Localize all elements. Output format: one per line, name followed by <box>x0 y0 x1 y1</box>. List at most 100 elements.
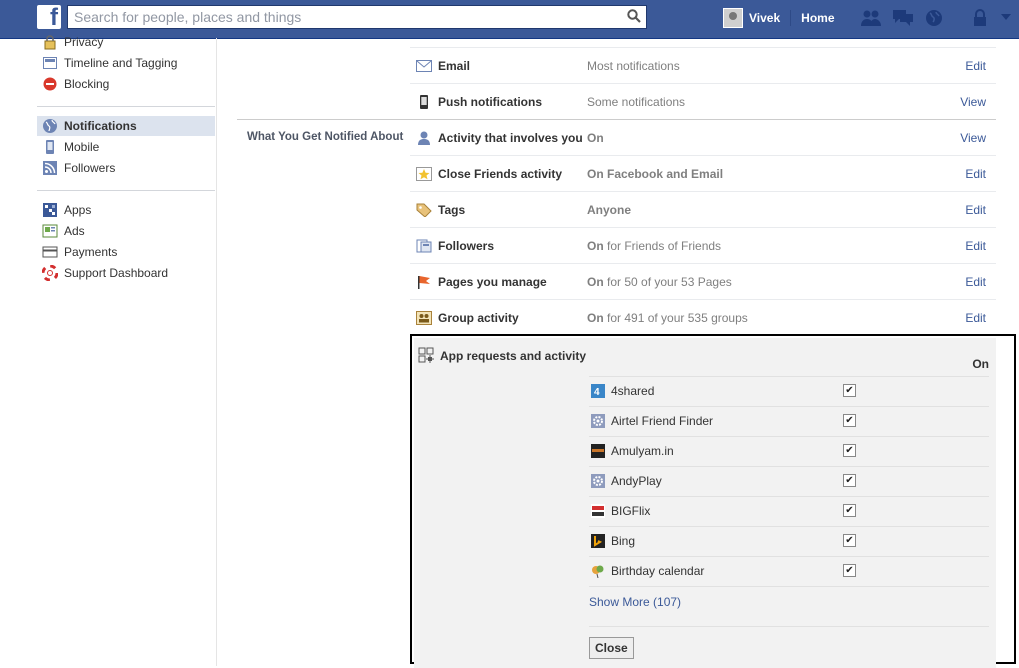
edit-link[interactable]: Edit <box>965 59 986 73</box>
setting-label: Activity that involves you <box>438 131 583 145</box>
app-checkbox[interactable]: ✔ <box>843 444 856 457</box>
setting-value: Some notifications <box>587 95 686 109</box>
sidebar-item-support-dashboard[interactable]: Support Dashboard <box>37 263 215 283</box>
setting-label: App requests and activity <box>440 349 587 363</box>
phone-icon <box>420 95 428 109</box>
setting-value: On for 491 of your 535 groups <box>587 311 748 325</box>
blocking-icon <box>43 77 57 91</box>
setting-label: Tags <box>438 203 466 217</box>
app-row-bing: Bing ✔ <box>589 526 989 556</box>
tag-icon <box>416 203 432 217</box>
setting-row-close-friends-activity: Close Friends activity On Facebook and E… <box>410 156 996 192</box>
sidebar-item-ads[interactable]: Ads <box>37 221 215 241</box>
birthday-calendar-app-icon <box>592 565 604 578</box>
credit-card-icon <box>42 246 58 258</box>
app-checkbox[interactable]: ✔ <box>843 534 856 547</box>
envelope-icon <box>416 60 432 72</box>
app-name: BIGFlix <box>611 504 651 518</box>
setting-value: Most notifications <box>587 59 680 73</box>
app-checkbox[interactable]: ✔ <box>843 414 856 427</box>
lock-icon <box>44 35 56 50</box>
app-name: Amulyam.in <box>611 444 674 458</box>
edit-link[interactable]: Edit <box>965 311 986 325</box>
mobile-icon <box>46 140 54 154</box>
sidebar-item-notifications[interactable]: Notifications <box>37 116 215 136</box>
notifications-globe-icon[interactable] <box>925 9 943 27</box>
facebook-logo[interactable]: f <box>37 4 61 31</box>
svg-text:4: 4 <box>594 387 600 398</box>
friend-requests-icon[interactable] <box>860 9 882 27</box>
app-name: AndyPlay <box>611 474 662 488</box>
privacy-shortcuts-icon[interactable] <box>972 9 988 27</box>
person-icon <box>418 131 430 145</box>
app-name: Bing <box>611 534 636 548</box>
followers-icon <box>416 239 432 253</box>
edit-link[interactable]: Edit <box>965 203 986 217</box>
sidebar-item-blocking[interactable]: Blocking <box>37 74 215 94</box>
setting-value: On for Friends of Friends <box>587 239 722 253</box>
app-row-andyplay: AndyPlay ✔ <box>589 466 989 496</box>
app-row-amulyam: Amulyam.in ✔ <box>589 436 989 466</box>
sidebar-item-label: Mobile <box>64 140 100 154</box>
app-checkbox[interactable]: ✔ <box>843 504 856 517</box>
setting-value: On Facebook and Email <box>587 167 724 181</box>
account-menu-chevron-icon[interactable] <box>1001 14 1011 21</box>
app-name: 4shared <box>611 384 655 398</box>
app-checkbox[interactable]: ✔ <box>843 474 856 487</box>
show-more-link[interactable]: Show More (107) <box>589 595 681 609</box>
setting-value: On for 50 of your 53 Pages <box>587 275 732 289</box>
avatar[interactable] <box>723 8 743 28</box>
home-link[interactable]: Home <box>801 11 834 25</box>
app-row-airtel-friend-finder: Airtel Friend Finder ✔ <box>589 406 989 436</box>
sidebar-item-label: Followers <box>64 161 116 175</box>
close-button[interactable]: Close <box>589 637 634 659</box>
app-row-4shared: 4 4shared ✔ <box>589 376 989 406</box>
amulyam-app-icon <box>591 444 605 458</box>
app-requests-panel-body: App requests and activity On 4 4shared ✔… <box>414 338 996 668</box>
app-name: Birthday calendar <box>611 564 705 578</box>
sidebar-item-apps[interactable]: Apps <box>37 200 215 220</box>
sidebar-divider <box>216 38 217 666</box>
profile-link[interactable]: Vivek <box>749 11 780 25</box>
setting-label: Email <box>438 59 471 73</box>
setting-row-activity-that-involves-you: Activity that involves you On View <box>410 120 996 156</box>
4shared-app-icon: 4 <box>591 384 605 398</box>
star-icon <box>416 167 432 181</box>
edit-link[interactable]: Edit <box>965 239 986 253</box>
sidebar-item-label: Apps <box>64 203 92 217</box>
divider <box>589 626 989 627</box>
messages-icon[interactable] <box>892 9 914 27</box>
setting-value: On <box>587 131 604 145</box>
setting-label: Group activity <box>438 311 519 325</box>
gear-app-icon <box>591 414 605 428</box>
rss-icon <box>43 161 57 175</box>
sidebar-item-label: Payments <box>64 245 118 259</box>
gear-app-icon <box>591 474 605 488</box>
view-link[interactable]: View <box>960 131 986 145</box>
sidebar-item-privacy[interactable]: Privacy <box>37 32 215 52</box>
app-requests-icon <box>418 347 434 363</box>
search-icon[interactable] <box>627 9 641 23</box>
search-input[interactable] <box>68 6 620 28</box>
setting-row-followers: Followers On for Friends of Friends Edit <box>410 228 996 264</box>
sidebar-item-followers[interactable]: Followers <box>37 158 215 178</box>
sidebar-item-payments[interactable]: Payments <box>37 242 215 262</box>
setting-row-email: Email Most notifications Edit <box>410 48 996 84</box>
sidebar-item-label: Timeline and Tagging <box>64 56 178 70</box>
edit-link[interactable]: Edit <box>965 167 986 181</box>
app-checkbox[interactable]: ✔ <box>843 384 856 397</box>
group-icon <box>416 311 432 325</box>
sidebar-item-label: Blocking <box>64 77 110 91</box>
section-title: What You Get Notified About <box>247 131 404 143</box>
app-checkbox[interactable]: ✔ <box>843 564 856 577</box>
divider <box>589 586 989 587</box>
sidebar-item-timeline-and-tagging[interactable]: Timeline and Tagging <box>37 53 215 73</box>
view-link[interactable]: View <box>960 95 986 109</box>
app-requests-status: On <box>972 357 989 371</box>
divider <box>37 190 215 191</box>
sidebar-item-mobile[interactable]: Mobile <box>37 137 215 157</box>
sidebar-item-label: Notifications <box>64 119 137 133</box>
divider <box>790 10 792 26</box>
app-row-birthday-calendar: Birthday calendar ✔ <box>589 556 989 586</box>
edit-link[interactable]: Edit <box>965 275 986 289</box>
